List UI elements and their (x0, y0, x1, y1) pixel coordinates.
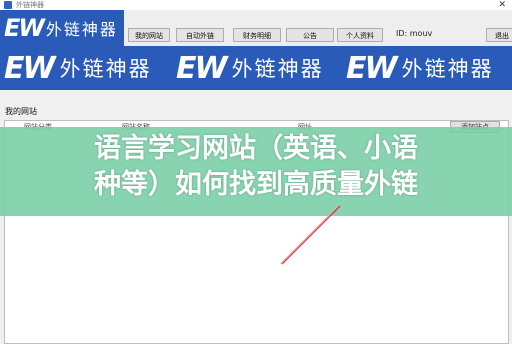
decorative-slash (279, 205, 341, 265)
